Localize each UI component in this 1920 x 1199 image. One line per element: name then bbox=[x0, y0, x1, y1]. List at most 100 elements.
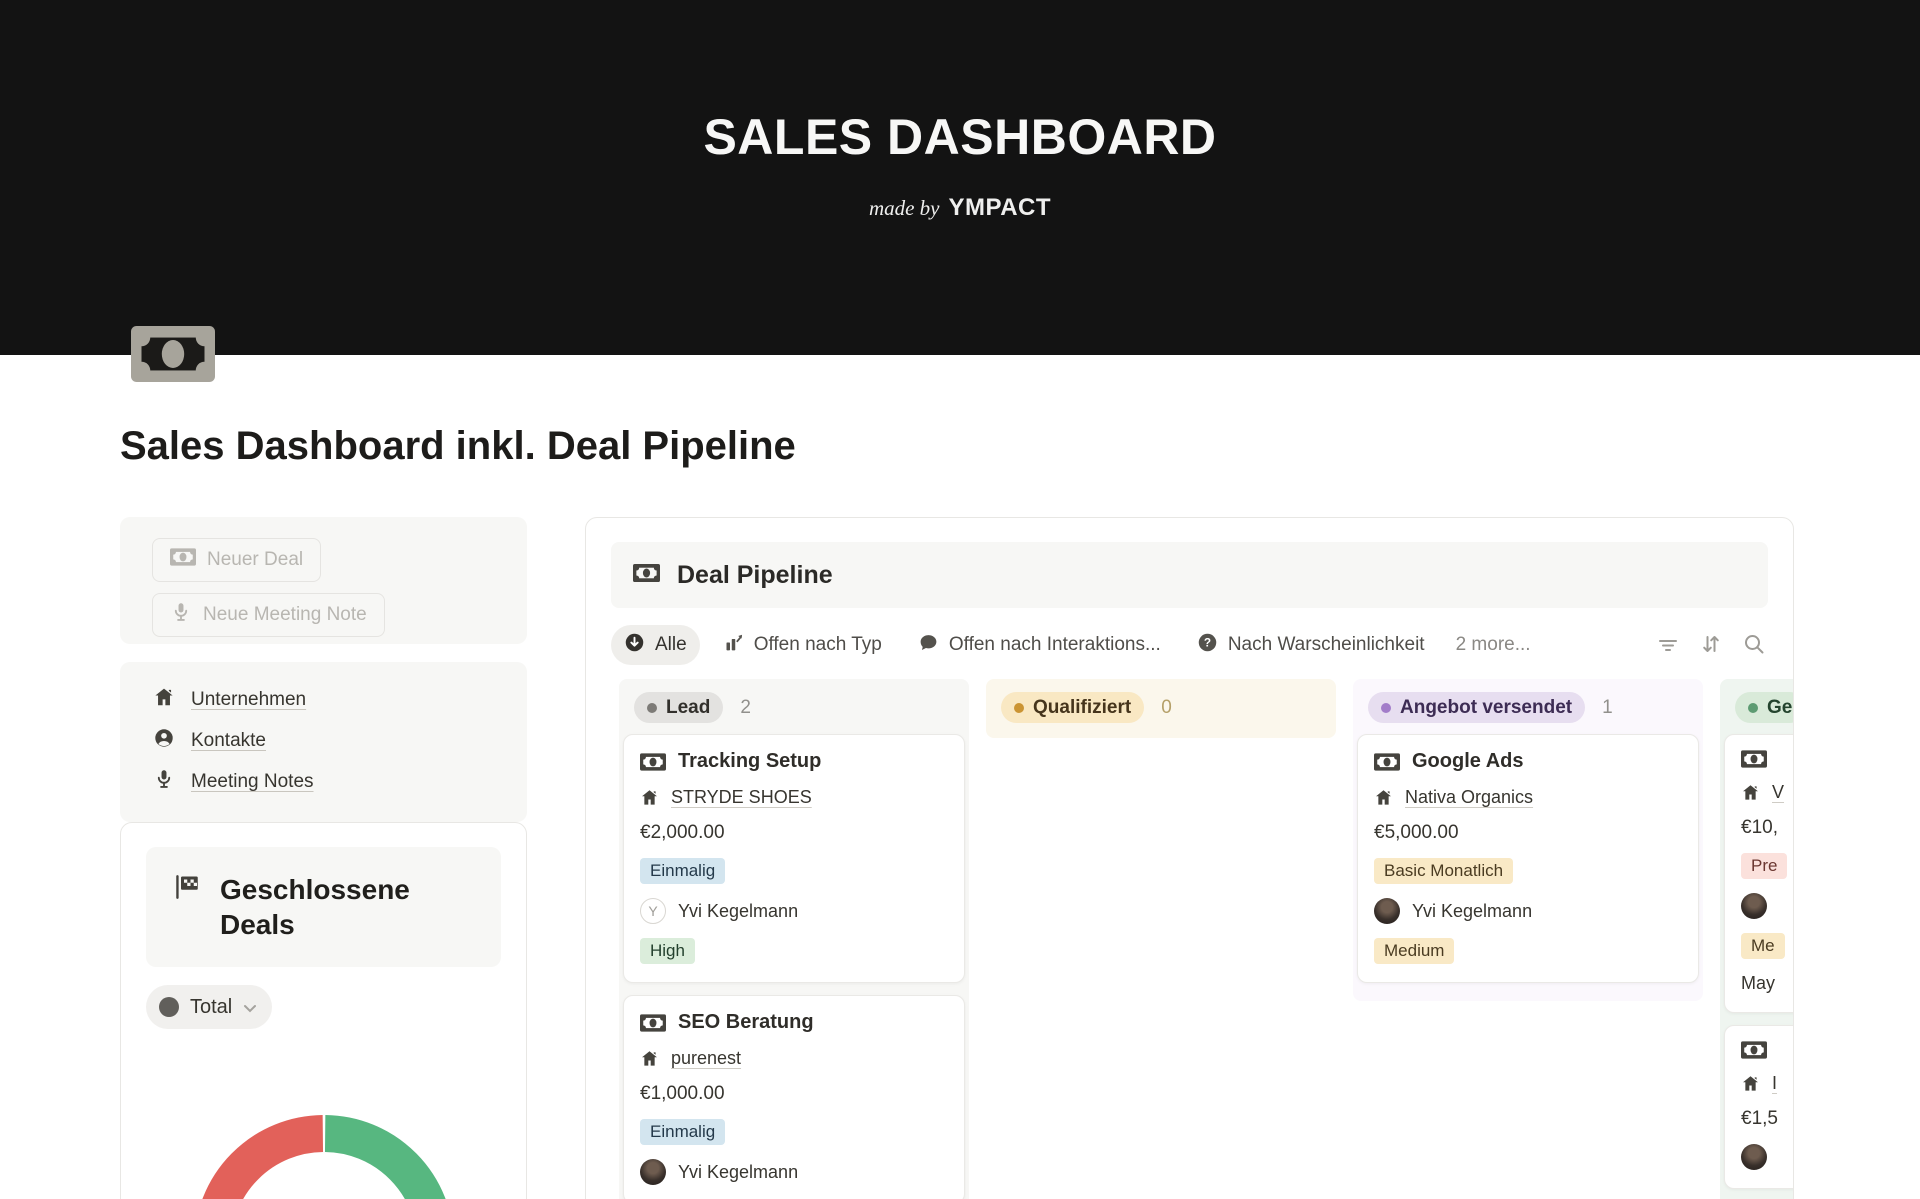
total-filter-dropdown[interactable]: Total bbox=[146, 985, 272, 1029]
owner-name: Yvi Kegelmann bbox=[678, 1162, 798, 1183]
house-icon bbox=[640, 1049, 659, 1068]
banknote-icon bbox=[1374, 753, 1400, 771]
cover-subtitle: made by YMPACT bbox=[0, 194, 1920, 222]
sidebar-item-unternehmen[interactable]: Unternehmen bbox=[153, 679, 527, 720]
deal-card[interactable]: Google Ads Nativa Organics€5,000.00Basic… bbox=[1357, 734, 1699, 983]
avatar bbox=[1741, 1144, 1767, 1170]
deal-title: Tracking Setup bbox=[678, 750, 821, 773]
type-tag-row: Einmalig bbox=[640, 1119, 948, 1145]
page-title: Sales Dashboard inkl. Deal Pipeline bbox=[120, 424, 796, 469]
deal-card[interactable]: SEO Beratung purenest €1,000.00 Einmalig Yv… bbox=[623, 995, 965, 1199]
svg-text:?: ? bbox=[1204, 635, 1211, 649]
closed-deals-donut-chart bbox=[121, 1101, 527, 1199]
sidebar-item-label: Kontakte bbox=[191, 730, 266, 752]
search-icon[interactable] bbox=[1742, 632, 1766, 656]
banknote-icon bbox=[1741, 750, 1767, 768]
card-company-row: Nativa Organics bbox=[1374, 787, 1682, 808]
arrow-down-circle-icon bbox=[624, 632, 645, 659]
company-link[interactable]: Nativa Organics bbox=[1405, 787, 1533, 808]
deal-card[interactable]: V €10, Pre Me May bbox=[1724, 734, 1793, 1013]
tab-label: Nach Warscheinlichkeit bbox=[1228, 634, 1425, 656]
status-dot-icon bbox=[647, 703, 657, 713]
card-amount-row: €2,000.00 bbox=[640, 822, 948, 844]
deal-pipeline-header: Deal Pipeline bbox=[611, 542, 1768, 608]
company-link[interactable]: I bbox=[1772, 1073, 1777, 1094]
deal-card[interactable]: I€1,5 bbox=[1724, 1025, 1793, 1189]
card-date-row: May bbox=[1741, 973, 1793, 994]
card-amount-row: €10, bbox=[1741, 817, 1793, 839]
column-status-pill[interactable]: Angebot versendet bbox=[1368, 692, 1585, 723]
avatar: Y bbox=[640, 898, 666, 924]
status-dot-icon bbox=[1748, 703, 1758, 713]
column-status-pill[interactable]: Lead bbox=[634, 692, 723, 723]
card-title-row: SEO Beratung bbox=[640, 1011, 948, 1034]
card-title-row: Google Ads bbox=[1374, 750, 1682, 773]
priority-tag-row: High bbox=[640, 938, 948, 964]
deal-pipeline-section: Deal Pipeline Alle bbox=[585, 517, 1794, 1199]
sidebar-item-kontakte[interactable]: Kontakte bbox=[153, 720, 527, 761]
more-views-link[interactable]: 2 more... bbox=[1456, 634, 1531, 656]
card-company-row: purenest bbox=[640, 1048, 948, 1069]
banknote-icon bbox=[640, 1014, 666, 1032]
deal-card[interactable]: Tracking Setup STRYDE SHOES €2,000.00 Einm… bbox=[623, 734, 965, 983]
deal-amount: €10, bbox=[1741, 817, 1778, 839]
card-amount-row: €5,000.00 bbox=[1374, 822, 1682, 844]
new-meeting-note-button[interactable]: Neue Meeting Note bbox=[152, 593, 385, 637]
card-amount-row: €1,000.00 bbox=[640, 1083, 948, 1105]
column-status-pill[interactable]: Qualifiziert bbox=[1001, 692, 1144, 723]
card-owner-row bbox=[1741, 893, 1793, 919]
column-status-pill[interactable]: Ge bbox=[1735, 692, 1793, 723]
deal-amount: €2,000.00 bbox=[640, 822, 725, 844]
person-circle-icon bbox=[153, 727, 175, 755]
page-cover: SALES DASHBOARD made byYMPACT bbox=[0, 0, 1920, 355]
board-toolbar bbox=[1656, 632, 1766, 656]
priority-tag: High bbox=[640, 938, 695, 964]
tab-label: Alle bbox=[655, 634, 687, 656]
card-title-row bbox=[1741, 750, 1793, 768]
banknote-page-icon[interactable] bbox=[131, 324, 215, 384]
company-link[interactable]: V bbox=[1772, 782, 1784, 803]
sort-icon[interactable] bbox=[1699, 632, 1723, 656]
type-tag-row: Pre bbox=[1741, 853, 1793, 879]
made-by-text: made by bbox=[869, 196, 940, 220]
house-icon bbox=[1741, 1074, 1760, 1093]
deal-amount: €1,000.00 bbox=[640, 1083, 725, 1105]
company-link[interactable]: STRYDE SHOES bbox=[671, 787, 812, 808]
type-tag: Einmalig bbox=[640, 858, 725, 884]
column-name: Lead bbox=[666, 697, 710, 719]
tab-alle[interactable]: Alle bbox=[611, 625, 700, 665]
house-icon bbox=[153, 686, 175, 714]
total-dot bbox=[159, 997, 179, 1017]
avatar bbox=[640, 1159, 666, 1185]
nav-links-panel: Unternehmen Kontakte Meeting Notes bbox=[120, 662, 527, 822]
filter-icon[interactable] bbox=[1656, 632, 1680, 656]
status-dot-icon bbox=[1381, 703, 1391, 713]
tab-nach-warscheinlichkeit[interactable]: ? Nach Warscheinlichkeit bbox=[1184, 625, 1438, 665]
quick-actions-panel: Neuer Deal Neue Meeting Note bbox=[120, 517, 527, 644]
tab-offen-nach-interaktions[interactable]: Offen nach Interaktions... bbox=[905, 625, 1174, 665]
sidebar-item-meeting-notes[interactable]: Meeting Notes bbox=[153, 761, 527, 802]
banknote-icon bbox=[1741, 1041, 1767, 1059]
priority-tag: Me bbox=[1741, 933, 1785, 959]
owner-name: Yvi Kegelmann bbox=[678, 901, 798, 922]
closed-deals-header: Geschlossene Deals bbox=[146, 847, 501, 967]
deal-title: Google Ads bbox=[1412, 750, 1523, 773]
kanban-board: Lead2 Tracking Setup STRYDE SHOES €2,000.… bbox=[619, 679, 1793, 1199]
closed-deals-card: Geschlossene Deals Total bbox=[120, 822, 527, 1199]
banknote-icon bbox=[170, 548, 196, 572]
tab-offen-nach-typ[interactable]: Offen nach Typ bbox=[710, 625, 895, 665]
speech-bubble-icon bbox=[918, 632, 939, 659]
total-label: Total bbox=[190, 996, 232, 1019]
brand-text: YMPACT bbox=[949, 194, 1052, 221]
company-link[interactable]: purenest bbox=[671, 1048, 741, 1069]
microphone-icon bbox=[153, 768, 175, 796]
house-icon bbox=[640, 788, 659, 807]
board-column: Ge V €10, Pre Me May I€1,5 bbox=[1720, 679, 1793, 1199]
page: SALES DASHBOARD made byYMPACT Sales Dash… bbox=[0, 0, 1920, 1199]
checkered-flag-icon bbox=[172, 872, 202, 942]
type-tag: Pre bbox=[1741, 853, 1787, 879]
new-deal-button[interactable]: Neuer Deal bbox=[152, 538, 321, 582]
status-dot-icon bbox=[1014, 703, 1024, 713]
column-name: Ge bbox=[1767, 697, 1792, 719]
column-header: Lead2 bbox=[619, 679, 969, 732]
